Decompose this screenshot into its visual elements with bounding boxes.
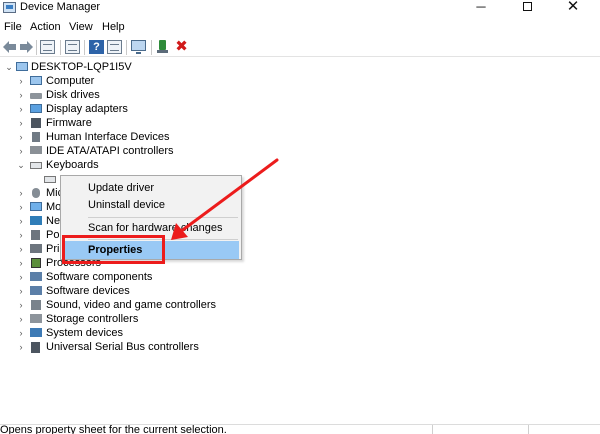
status-separator	[432, 425, 433, 434]
annotation-arrow-icon	[171, 158, 279, 240]
status-separator	[528, 425, 529, 434]
status-bar: Opens property sheet for the current sel…	[0, 424, 600, 434]
status-text: Opens property sheet for the current sel…	[0, 424, 227, 434]
